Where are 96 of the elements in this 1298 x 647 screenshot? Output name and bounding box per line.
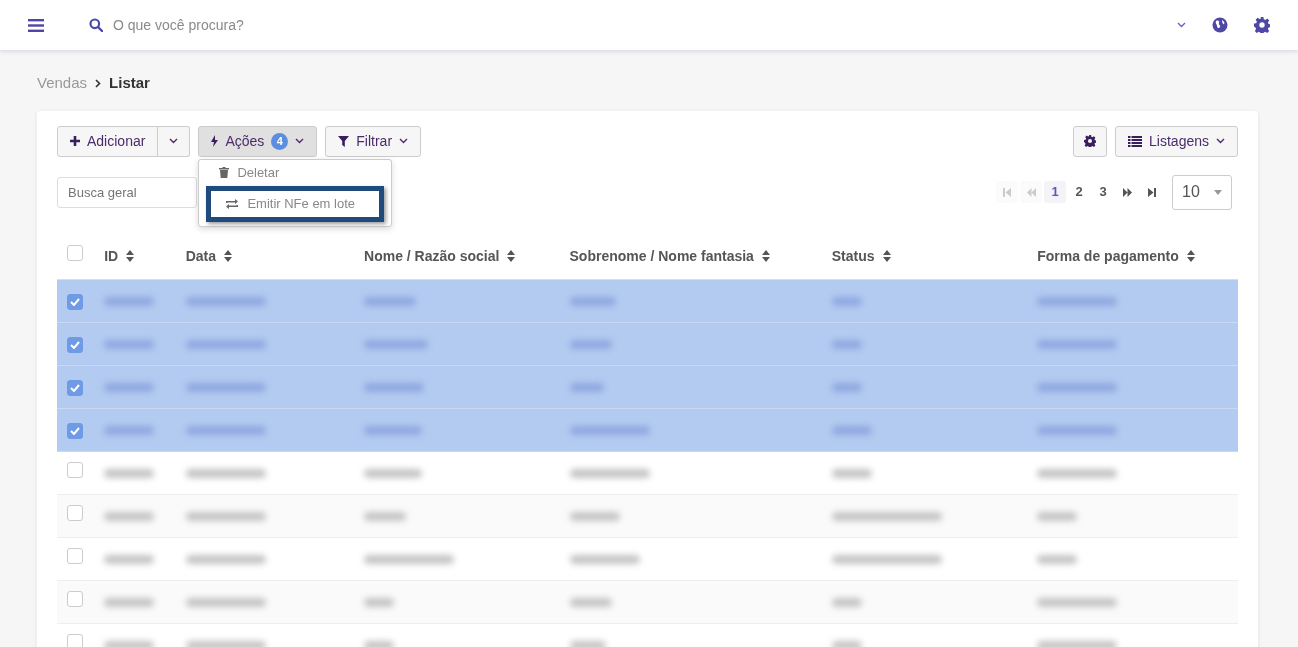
blurred-text	[104, 339, 155, 349]
blurred-text	[831, 296, 862, 306]
check-icon	[70, 297, 80, 306]
filter-button[interactable]: Filtrar	[325, 125, 422, 157]
blurred-text	[569, 511, 620, 521]
first-page-icon	[1002, 187, 1012, 197]
plus-icon	[70, 136, 80, 146]
search-field[interactable]: Busca geral	[57, 176, 197, 208]
page-size-select[interactable]: 10	[1172, 174, 1232, 210]
caret-down-icon	[1214, 189, 1222, 195]
chevron-right-icon	[95, 78, 102, 88]
blurred-text	[569, 382, 604, 392]
lightning-icon	[211, 135, 219, 147]
page-link[interactable]: 3	[1092, 181, 1114, 203]
checkbox[interactable]	[67, 505, 83, 521]
menu-item[interactable]: Emitir NFe em lote	[211, 192, 380, 215]
checkbox[interactable]	[67, 336, 83, 353]
blurred-text	[831, 382, 862, 392]
check-icon	[70, 383, 80, 392]
last-page-icon	[1146, 187, 1156, 197]
sort-icon	[224, 250, 233, 263]
column-header[interactable]: Sobrenome / Nome fantasia	[569, 245, 770, 267]
globe-icon[interactable]	[1212, 17, 1228, 33]
page-link[interactable]: 1	[1044, 181, 1066, 203]
checkbox[interactable]	[67, 379, 83, 396]
checkbox[interactable]	[67, 591, 83, 607]
chevron-down-icon	[1216, 138, 1225, 144]
blurred-text	[104, 382, 155, 392]
exchange-icon	[225, 198, 240, 209]
sort-icon	[882, 250, 891, 263]
blurred-text	[364, 296, 417, 306]
chevron-down-icon	[295, 138, 305, 144]
count-badge: 4	[271, 132, 289, 150]
checkbox[interactable]	[67, 245, 83, 262]
checkbox[interactable]	[67, 422, 83, 439]
blurred-text	[569, 339, 612, 349]
blurred-text	[831, 640, 862, 647]
blurred-text	[104, 640, 155, 647]
blurred-text	[364, 425, 423, 435]
sort-icon	[507, 250, 516, 263]
settings-button[interactable]	[1073, 125, 1108, 157]
blurred-text	[831, 468, 872, 478]
checkbox[interactable]	[67, 634, 83, 647]
checkbox[interactable]	[67, 548, 83, 564]
check-icon	[70, 340, 80, 349]
settings-icon	[1084, 135, 1097, 147]
chevron-down-icon	[169, 138, 179, 144]
settings-icon[interactable]	[1254, 17, 1270, 33]
chevron-down-icon	[399, 138, 409, 144]
trash-icon	[219, 167, 230, 178]
blurred-text	[831, 425, 872, 435]
blurred-text	[831, 339, 862, 349]
blurred-text	[364, 468, 423, 478]
check-icon	[70, 426, 80, 435]
previous-page-icon	[1026, 187, 1036, 197]
actions-button[interactable]: Ações 4	[198, 125, 318, 157]
blurred-text	[1037, 554, 1078, 564]
page-link[interactable]: 2	[1068, 181, 1090, 203]
chevron-down-icon[interactable]	[1177, 22, 1186, 28]
menu-item[interactable]: Deletar	[199, 161, 392, 184]
blurred-text	[1037, 511, 1078, 521]
blurred-text	[104, 511, 155, 521]
next-page-icon	[1122, 187, 1132, 197]
sort-icon	[1186, 250, 1195, 263]
listings-button[interactable]: Listagens	[1115, 125, 1238, 157]
blurred-text	[104, 425, 155, 435]
column-header[interactable]: Status	[831, 245, 891, 267]
blurred-text	[364, 339, 429, 349]
blurred-text	[364, 511, 407, 521]
add-options-button[interactable]	[158, 125, 191, 157]
blurred-text	[104, 554, 155, 564]
filter-icon	[338, 135, 350, 147]
blurred-text	[104, 468, 155, 478]
blurred-text	[364, 382, 425, 392]
blurred-text	[364, 597, 395, 607]
sort-icon	[761, 250, 770, 263]
blurred-text	[104, 296, 155, 306]
blurred-text	[364, 640, 395, 647]
column-header[interactable]: Nome / Razão social	[364, 245, 516, 267]
blurred-text	[831, 597, 862, 607]
sort-icon	[126, 250, 135, 263]
checkbox[interactable]	[67, 293, 83, 310]
list-icon	[1128, 135, 1143, 147]
blurred-text	[569, 554, 640, 564]
search-icon	[89, 18, 103, 32]
column-header[interactable]: Data	[185, 245, 233, 267]
checkbox[interactable]	[67, 462, 83, 478]
column-header[interactable]: ID	[104, 245, 135, 267]
blurred-text	[569, 296, 616, 306]
blurred-text	[569, 640, 606, 647]
blurred-text	[104, 597, 155, 607]
add-button[interactable]: Adicionar	[57, 125, 159, 157]
blurred-text	[569, 597, 612, 607]
breadcrumb-item: Listar	[109, 73, 150, 93]
column-header[interactable]: Forma de pagamento	[1037, 245, 1195, 267]
menu-icon[interactable]	[28, 18, 44, 32]
